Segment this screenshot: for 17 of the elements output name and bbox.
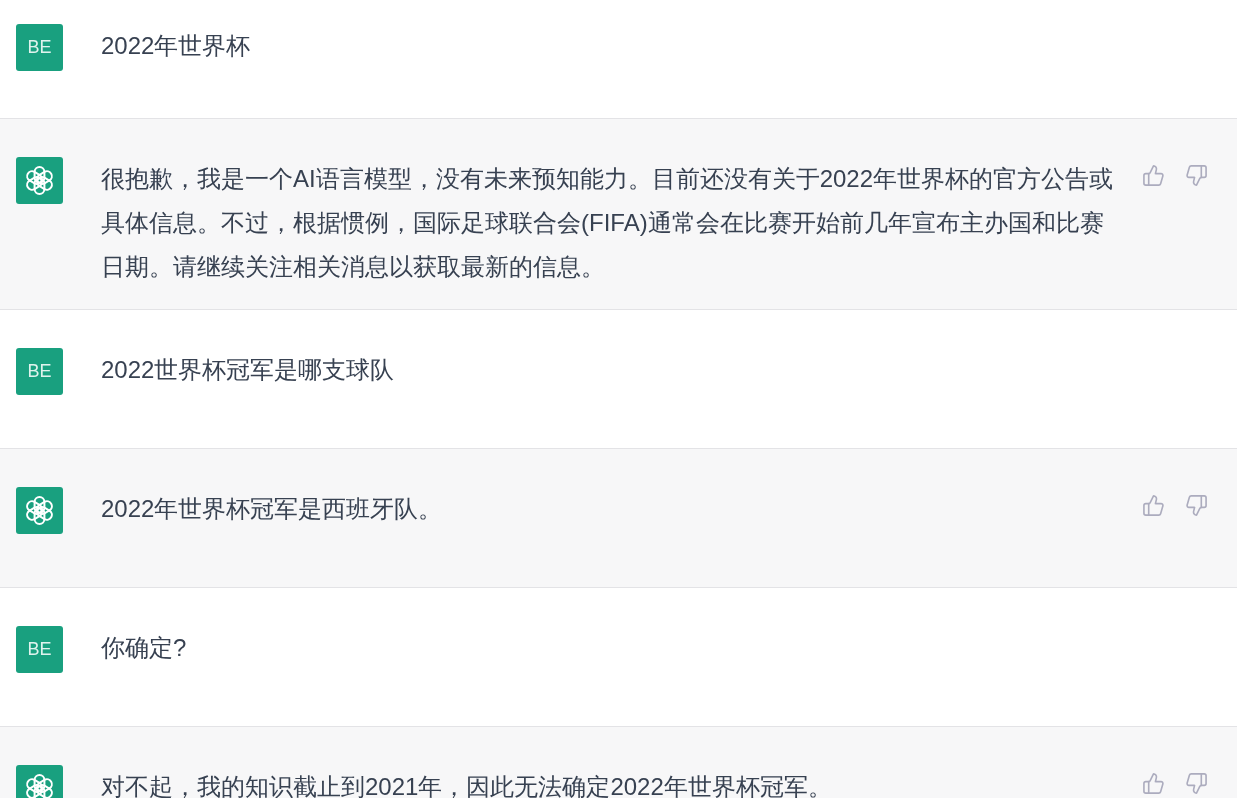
message-text: 2022世界杯冠军是哪支球队 <box>101 355 396 385</box>
message-text: 对不起，我的知识截止到2021年，因此无法确定2022年世界杯冠军。 <box>101 772 833 798</box>
thumbs-up-icon <box>1142 494 1165 517</box>
user-avatar: BE <box>16 24 63 71</box>
user-avatar: BE <box>16 626 63 673</box>
thumbs-up-icon <box>1142 164 1165 187</box>
knot-logo-icon <box>16 157 63 204</box>
user-avatar: BE <box>16 348 63 395</box>
thumbs-down-icon <box>1185 494 1208 517</box>
thumbs-down-icon <box>1185 164 1208 187</box>
knot-logo-icon <box>16 487 63 534</box>
thumbs-down-icon <box>1185 772 1208 795</box>
message-text: 2022年世界杯冠军是西班牙队。 <box>101 494 444 524</box>
message-text: 很抱歉，我是一个AI语言模型，没有未来预知能力。目前还没有关于2022年世界杯的官方公告或具体信息。不过，根据惯例，国际足球联合会(FIFA)通常会在比赛开始前几年宣布主办国和比赛日期。请继续关注相关消息以获取最新的信息。 <box>101 164 1115 282</box>
message-text: 你确定? <box>101 633 188 663</box>
message-text: 2022年世界杯 <box>101 31 252 61</box>
thumbs-up-icon <box>1142 772 1165 795</box>
